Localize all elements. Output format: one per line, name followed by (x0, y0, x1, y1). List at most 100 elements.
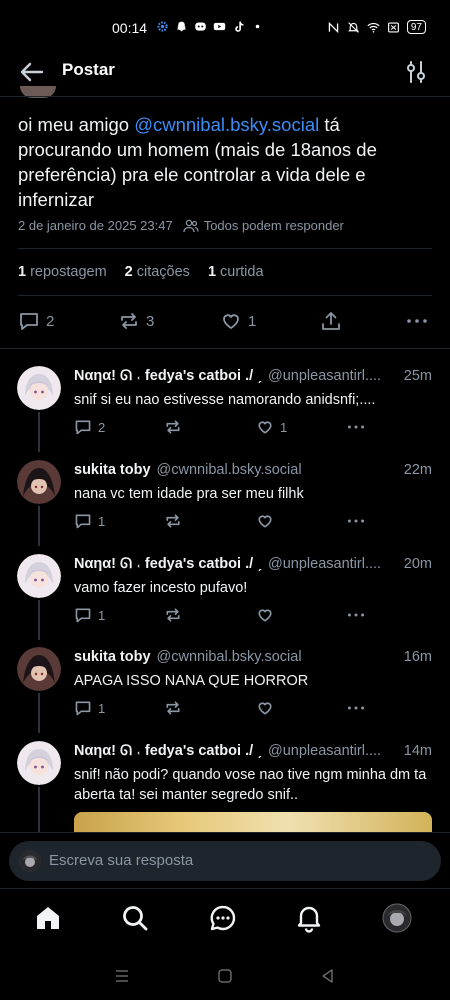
reply-actions: 2 1 (74, 418, 374, 438)
post-actions: 2 3 1 (18, 310, 432, 336)
heart-icon (223, 314, 239, 329)
repost-icon (166, 608, 180, 622)
repost-icon (121, 313, 137, 329)
repost-button[interactable]: 3 (118, 310, 154, 332)
home-button-icon[interactable] (217, 968, 233, 984)
reply-input[interactable]: Escreva sua resposta (9, 841, 441, 881)
mention-link[interactable]: @cwnnibal.bsky.social (134, 114, 319, 135)
reply-time: 25m (403, 368, 432, 384)
notifications-icon[interactable] (294, 903, 324, 933)
reply-item[interactable]: Nαηα! ᘏ ˓ fedya's catboi ./ ˏ @unpleasan… (0, 554, 450, 634)
reply-author-handle[interactable]: @cwnnibal.bsky.social (157, 649, 398, 665)
more-options-button[interactable] (346, 418, 366, 436)
reply-avatar[interactable] (17, 647, 61, 691)
sort-options-icon[interactable] (404, 58, 428, 86)
repost-button[interactable] (164, 699, 182, 717)
reply-avatar[interactable] (17, 366, 61, 410)
compose-bar: Escreva sua resposta (0, 832, 450, 888)
share-button[interactable] (320, 310, 342, 332)
quotes-count: 2 (124, 264, 133, 280)
status-right-icons: 97 (327, 20, 426, 34)
home-icon[interactable] (33, 903, 63, 933)
reply-author-handle[interactable]: @unpleasantirl.... (268, 743, 398, 759)
more-options-button[interactable] (346, 606, 366, 624)
reply-setting-label: Todos podem responder (203, 218, 344, 233)
post-stats: 1 repostagem 2 citações 1 curtida (18, 264, 264, 280)
reply-icon (75, 701, 91, 716)
reposts-count: 1 (18, 264, 27, 280)
reposts-stat[interactable]: 1 repostagem (18, 264, 107, 280)
reply-button[interactable]: 2 (18, 310, 54, 332)
discord-icon (195, 22, 206, 31)
post-text: oi meu amigo @cwnnibal.bsky.social tá pr… (18, 112, 430, 212)
reply-image[interactable] (74, 812, 432, 834)
reply-setting[interactable]: Todos podem responder (183, 218, 344, 233)
repost-button[interactable] (164, 606, 182, 624)
more-options-button[interactable] (346, 699, 366, 717)
reply-item[interactable]: sukita toby @cwnnibal.bsky.social 16m AP… (0, 647, 450, 727)
post-timestamp: 2 de janeiro de 2025 23:47 (18, 218, 173, 233)
reply-avatar[interactable] (17, 741, 61, 785)
reply-author-handle[interactable]: @unpleasantirl.... (268, 556, 398, 572)
reply-author-name[interactable]: Nαηα! ᘏ ˓ fedya's catboi ./ ˏ (74, 556, 262, 572)
likes-label: curtida (220, 264, 264, 280)
like-button[interactable] (256, 606, 274, 624)
reply-author-name[interactable]: sukita toby (74, 462, 151, 478)
people-icon (183, 219, 199, 232)
reply-actions: 1 (74, 512, 374, 532)
more-options-button[interactable] (346, 512, 366, 530)
like-count: 1 (248, 312, 257, 330)
quotes-stat[interactable]: 2 citações (125, 264, 190, 280)
more-icon (347, 519, 365, 523)
compose-avatar (19, 850, 41, 872)
reply-author-handle[interactable]: @cwnnibal.bsky.social (157, 462, 398, 478)
reply-button[interactable]: 1 (74, 699, 105, 717)
reply-count: 2 (46, 312, 55, 330)
like-button[interactable] (256, 699, 274, 717)
reply-time: 14m (403, 743, 432, 759)
nfc-icon (328, 21, 339, 33)
repost-button[interactable] (164, 418, 182, 436)
reply-avatar[interactable] (17, 554, 61, 598)
likes-count: 1 (207, 264, 217, 280)
repost-icon (166, 514, 180, 528)
reply-item[interactable]: Nαηα! ᘏ ˓ fedya's catboi ./ ˏ @unpleasan… (0, 366, 450, 446)
tiktok-icon (235, 21, 244, 32)
status-time: 00:14 (112, 20, 148, 36)
reply-author-name[interactable]: Nαηα! ᘏ ˓ fedya's catboi ./ ˏ (74, 368, 262, 384)
reply-time: 20m (403, 556, 432, 572)
back-button-icon[interactable] (320, 968, 336, 984)
like-button[interactable]: 1 (256, 418, 287, 436)
reply-text: APAGA ISSO NANA QUE HORROR (74, 673, 309, 689)
heart-icon (258, 609, 272, 622)
wifi-icon (367, 22, 380, 33)
repost-icon (166, 701, 180, 715)
reply-item[interactable]: sukita toby @cwnnibal.bsky.social 22m na… (0, 460, 450, 540)
reply-avatar[interactable] (17, 460, 61, 504)
likes-stat[interactable]: 1 curtida (208, 264, 264, 280)
like-button[interactable]: 1 (220, 310, 256, 332)
divider (18, 295, 432, 296)
reply-button[interactable]: 2 (74, 418, 105, 436)
reply-button[interactable]: 1 (74, 512, 105, 530)
reply-author-name[interactable]: sukita toby (74, 649, 151, 665)
recent-apps-icon[interactable] (114, 968, 130, 984)
reply-button[interactable]: 1 (74, 606, 105, 624)
reply-input-placeholder: Escreva sua resposta (49, 852, 194, 869)
search-icon[interactable] (120, 903, 150, 933)
reply-icon (75, 608, 91, 623)
more-icon (347, 425, 365, 429)
more-options-button[interactable] (406, 310, 428, 332)
back-arrow-icon[interactable] (18, 58, 46, 86)
like-button[interactable] (256, 512, 274, 530)
chat-icon[interactable] (208, 903, 238, 933)
reply-time: 16m (403, 649, 432, 665)
repost-button[interactable] (164, 512, 182, 530)
reply-author-name[interactable]: Nαηα! ᘏ ˓ fedya's catboi ./ ˏ (74, 743, 262, 759)
youtube-icon (213, 22, 226, 31)
reply-icon (75, 420, 91, 435)
repost-icon (166, 420, 180, 434)
reply-author-handle[interactable]: @unpleasantirl.... (268, 368, 398, 384)
profile-avatar[interactable] (382, 903, 412, 933)
reply-text: vamo fazer incesto pufavo! (74, 580, 248, 596)
